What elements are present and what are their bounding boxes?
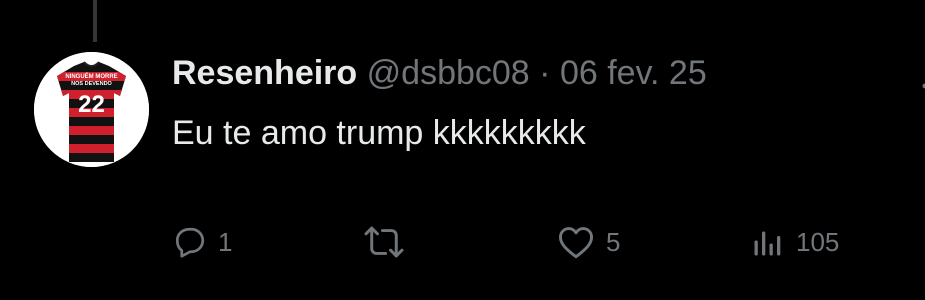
views-count: 105 bbox=[796, 226, 840, 257]
reply-button[interactable]: 1 bbox=[172, 222, 232, 262]
retweet-icon bbox=[362, 224, 406, 260]
avatar[interactable]: NINGUÉM MORRE NOS DEVENDO 22 bbox=[34, 52, 149, 167]
tweet-header: Resenheiro @dsbbc08 · 06 fev. 25 bbox=[172, 50, 707, 96]
thread-connector-line bbox=[93, 0, 97, 42]
display-name[interactable]: Resenheiro bbox=[172, 54, 357, 92]
retweet-button[interactable] bbox=[362, 222, 416, 262]
jersey-text-line2: NOS DEVENDO bbox=[71, 81, 112, 87]
heart-icon bbox=[556, 224, 596, 260]
more-icon[interactable] bbox=[915, 62, 925, 92]
header-separator: · bbox=[539, 54, 551, 92]
like-count: 5 bbox=[606, 226, 621, 257]
reply-icon bbox=[172, 224, 208, 260]
user-handle[interactable]: @dsbbc08 bbox=[367, 54, 530, 92]
tweet-date[interactable]: 06 fev. 25 bbox=[560, 54, 707, 92]
jersey-avatar-image: NINGUÉM MORRE NOS DEVENDO 22 bbox=[34, 52, 149, 167]
jersey-text-line1: NINGUÉM MORRE bbox=[65, 72, 117, 80]
like-button[interactable]: 5 bbox=[556, 222, 620, 262]
views-icon bbox=[750, 224, 786, 260]
reply-count: 1 bbox=[218, 226, 233, 257]
tweet-text: Eu te amo trump kkkkkkkkk bbox=[172, 114, 586, 152]
jersey-number: 22 bbox=[78, 91, 105, 118]
views-button[interactable]: 105 bbox=[750, 222, 839, 262]
